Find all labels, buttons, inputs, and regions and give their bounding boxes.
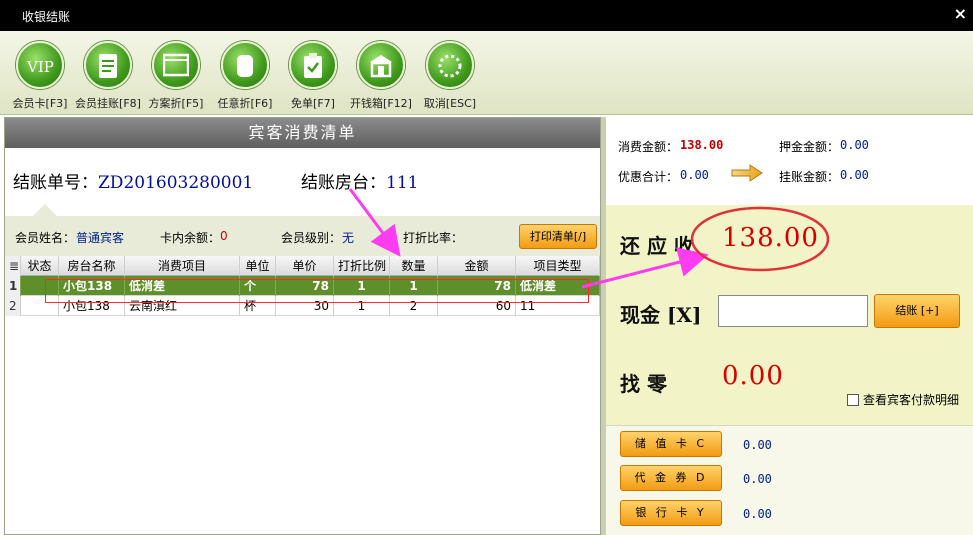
column-header[interactable]: 状态: [21, 256, 59, 276]
bank-card-amount: 0.00: [743, 507, 772, 521]
amount-due-value: 138.00: [722, 223, 819, 253]
column-header[interactable]: 消费项目: [125, 256, 240, 276]
cash-label: 现金 [X]: [620, 303, 702, 327]
svg-text:VIP: VIP: [26, 58, 54, 76]
arrow-right-icon: [731, 164, 763, 182]
stored-value-amount: 0.00: [743, 438, 772, 452]
tab-notch: [33, 204, 57, 216]
loading-circle-icon: [426, 41, 474, 89]
checkout-panel: 消费金额： 138.00 押金金额： 0.00 优惠合计： 0.00 挂账金额：…: [606, 117, 973, 535]
voucher-button[interactable]: 代 金 券 D: [620, 465, 722, 491]
consume-amount: 138.00: [680, 138, 724, 152]
discount-total: 0.00: [680, 168, 709, 182]
room-number: 111: [386, 173, 419, 193]
column-header[interactable]: 打折比例: [334, 256, 390, 276]
open-cashbox-button[interactable]: 开钱箱[F12]: [346, 41, 416, 111]
member-credit-button[interactable]: 会员挂账[F8]: [73, 41, 143, 111]
card-balance: 0: [220, 229, 228, 243]
bank-card-button[interactable]: 银 行 卡 Y: [620, 500, 722, 526]
column-header[interactable]: 单位: [240, 256, 276, 276]
deposit-amount: 0.00: [840, 138, 869, 152]
row-highlight-box: [45, 279, 589, 303]
title-bar: 收银结账 ×: [0, 0, 973, 31]
free-order-button[interactable]: 免单[F7]: [278, 41, 348, 111]
change-value: 0.00: [722, 361, 784, 391]
amount-due-label: 还 应 收: [620, 234, 694, 258]
payment-detail-checkbox[interactable]: 查看宾客付款明细: [847, 391, 959, 408]
guest-bill-panel: 宾客消费清单 结账单号：ZD201603280001 结账房台：111 会员姓名…: [4, 117, 601, 535]
member-name: 普通宾客: [76, 231, 125, 245]
document-icon: [84, 41, 132, 89]
stored-value-card-button[interactable]: 储 值 卡 C: [620, 431, 722, 457]
amount-summary: 消费金额： 138.00 押金金额： 0.00 优惠合计： 0.00 挂账金额：…: [606, 117, 973, 205]
member-info-bar: 会员姓名： 普通宾客 卡内余额： 0 会员级别： 无 打折比率：: [5, 216, 600, 256]
cancel-button[interactable]: 取消[ESC]: [415, 41, 485, 111]
print-list-button[interactable]: 打印清单[/]: [519, 224, 597, 249]
column-header[interactable]: 单价: [276, 256, 334, 276]
voucher-amount: 0.00: [743, 472, 772, 486]
paper-roll-icon: [221, 41, 269, 89]
payment-methods: 储 值 卡 C 0.00 代 金 券 D 0.00 银 行 卡 Y 0.00: [606, 425, 973, 535]
bill-number: ZD201603280001: [98, 173, 254, 193]
custom-discount-button[interactable]: 任意折[F6]: [210, 41, 280, 111]
cash-input[interactable]: [718, 295, 868, 327]
clipboard-check-icon: [289, 41, 337, 89]
cashbox-icon: [357, 41, 405, 89]
member-level: 无: [342, 231, 355, 245]
column-header[interactable]: 项目类型: [516, 256, 600, 276]
column-header[interactable]: 房台名称: [59, 256, 125, 276]
toolbar: VIP 会员卡[F3] 会员挂账[F8] 方案折[F5] 任意折[F6] 免单[…: [0, 31, 973, 115]
vip-icon: VIP: [16, 41, 64, 89]
room-row: 结账房台：111: [301, 173, 419, 193]
menu-icon[interactable]: ≣: [5, 256, 21, 276]
table-header: ≣ 状态 房台名称 消费项目 单位 单价 打折比例 数量 金额 项目类型: [5, 256, 600, 276]
member-card-button[interactable]: VIP 会员卡[F3]: [5, 41, 75, 111]
window-title: 收银结账: [22, 10, 71, 24]
column-header[interactable]: 金额: [438, 256, 516, 276]
checkout-button[interactable]: 结账 [+]: [874, 294, 960, 328]
change-label: 找 零: [620, 372, 667, 396]
column-header[interactable]: 数量: [390, 256, 438, 276]
window-icon: [152, 41, 200, 89]
bill-number-row: 结账单号：ZD201603280001: [13, 173, 254, 193]
checkbox-icon[interactable]: [847, 394, 859, 406]
panel-title: 宾客消费清单: [5, 118, 600, 148]
close-icon[interactable]: ×: [954, 4, 967, 23]
plan-discount-button[interactable]: 方案折[F5]: [141, 41, 211, 111]
credit-amount: 0.00: [840, 168, 869, 182]
